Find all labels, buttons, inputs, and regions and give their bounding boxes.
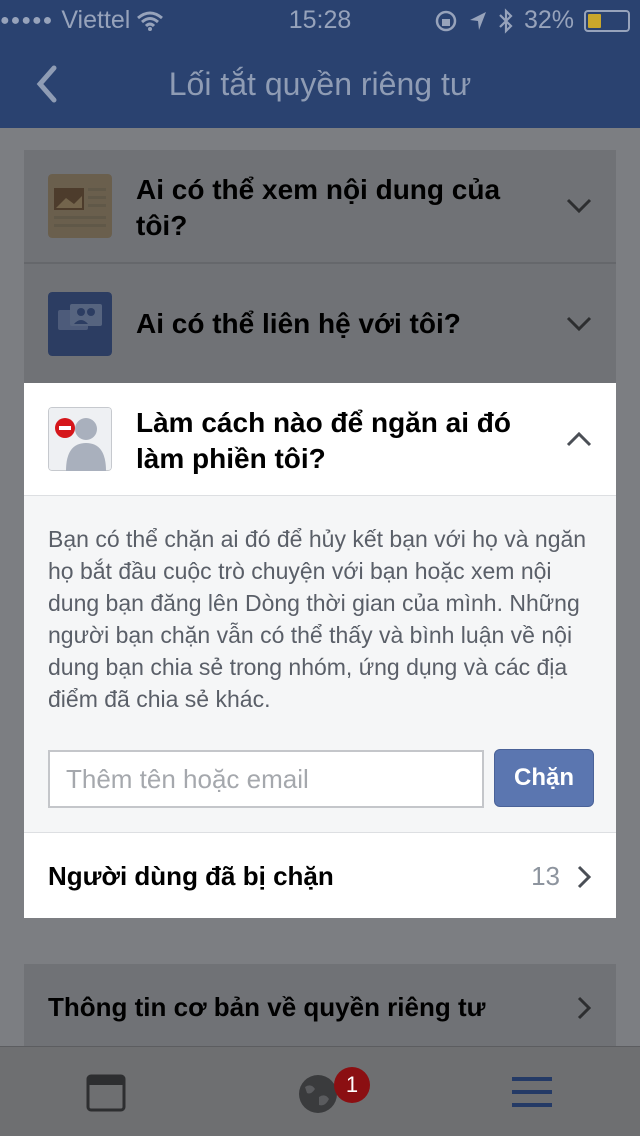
globe-notifications-icon	[299, 1075, 337, 1113]
chevron-down-icon	[566, 316, 592, 332]
block-section-header[interactable]: Làm cách nào để ngăn ai đó làm phiền tôi…	[24, 383, 616, 496]
menu-icon	[512, 1077, 552, 1107]
blocked-users-count: 13	[531, 861, 560, 891]
tab-notifications[interactable]	[213, 1047, 426, 1136]
newspaper-icon	[48, 174, 112, 238]
blocked-person-icon	[48, 407, 112, 471]
blocked-users-row[interactable]: Người dùng đã bị chặn 13	[24, 832, 616, 918]
block-section-panel: Làm cách nào để ngăn ai đó làm phiền tôi…	[24, 383, 616, 918]
privacy-basics-row[interactable]: Thông tin cơ bản về quyền riêng tư	[24, 964, 616, 1054]
privacy-sections-card: Ai có thể xem nội dung của tôi? Ai có th…	[24, 150, 616, 384]
battery-percent: 32%	[523, 6, 574, 34]
blocked-users-label: Người dùng đã bị chặn	[48, 861, 334, 891]
section-who-can-contact[interactable]: Ai có thể liên hệ với tôi?	[24, 266, 616, 384]
privacy-basics-label: Thông tin cơ bản về quyền riêng tư	[48, 992, 486, 1022]
rotation-lock-icon	[435, 10, 457, 31]
tab-bar	[0, 1046, 640, 1136]
chevron-right-icon	[577, 996, 592, 1020]
page-title: Lối tắt quyền riêng tư	[168, 66, 472, 102]
status-bar: ●●●●● Viettel 15:28 32%	[0, 0, 640, 40]
notification-badge: 1	[334, 1067, 370, 1103]
tab-news-feed[interactable]	[0, 1047, 213, 1136]
navigation-bar: Lối tắt quyền riêng tư	[0, 40, 640, 128]
section-title: Ai có thể xem nội dung của tôi?	[136, 174, 501, 241]
block-section-title: Làm cách nào để ngăn ai đó làm phiền tôi…	[136, 407, 511, 474]
chevron-right-icon	[577, 865, 592, 889]
chevron-up-icon	[566, 431, 592, 447]
chevron-down-icon	[566, 198, 592, 214]
chat-people-icon	[48, 292, 112, 356]
block-name-input[interactable]	[48, 750, 484, 808]
block-description: Bạn có thể chặn ai đó để hủy kết bạn với…	[48, 526, 587, 712]
block-button[interactable]: Chặn	[494, 749, 594, 807]
section-who-can-see[interactable]: Ai có thể xem nội dung của tôi?	[24, 150, 616, 264]
section-title: Ai có thể liên hệ với tôi?	[136, 308, 461, 339]
location-icon	[469, 11, 486, 30]
bluetooth-icon	[499, 7, 513, 34]
battery-icon	[584, 9, 630, 32]
tab-menu[interactable]	[426, 1047, 639, 1136]
news-feed-icon	[86, 1074, 126, 1112]
